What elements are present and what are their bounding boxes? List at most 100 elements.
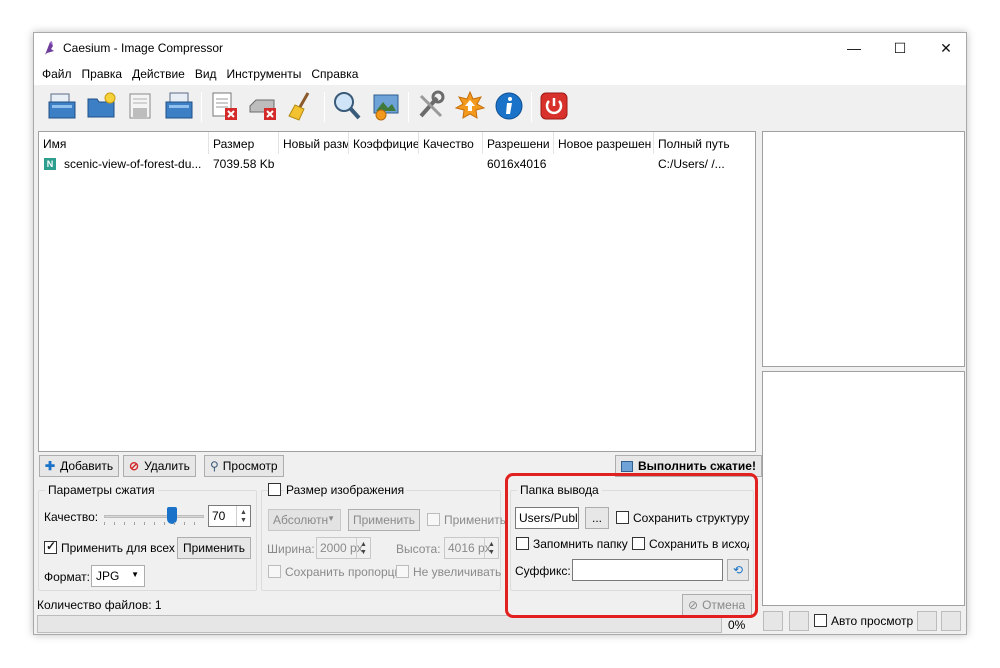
- resize-mode-value: Абсолютн: [273, 513, 329, 527]
- update-icon[interactable]: [454, 90, 486, 122]
- resize-group-label: Размер изображения: [284, 483, 407, 497]
- zoom-out-icon[interactable]: [917, 611, 937, 631]
- menu-edit[interactable]: Правка: [77, 63, 128, 85]
- table-row[interactable]: N scenic-view-of-forest-du... 7039.58 Kb…: [39, 154, 755, 174]
- prohibited-icon: ⊘: [129, 459, 140, 473]
- progress-percent: 0%: [728, 618, 746, 632]
- remove-button-label: Удалить: [144, 459, 190, 473]
- height-input[interactable]: 4016 px ▲ ▼: [444, 537, 499, 559]
- width-spin-arrows[interactable]: ▲ ▼: [356, 538, 370, 558]
- row-resolution: 6016x4016: [487, 157, 547, 171]
- open-folder-icon[interactable]: [85, 90, 117, 122]
- keep-ratio-label: Сохранить пропорци: [285, 565, 402, 579]
- keep-ratio-checkbox[interactable]: [268, 565, 281, 578]
- clear-list-icon[interactable]: [247, 90, 279, 122]
- add-button-label: Добавить: [60, 459, 114, 473]
- title-bar: Caesium - Image Compressor — ☐ ✕: [34, 33, 966, 63]
- save-as-icon[interactable]: [163, 90, 195, 122]
- file-table: Имя Размер Новый разм Коэффицие Качество…: [38, 131, 756, 452]
- column-header-full-path[interactable]: Полный путь: [654, 132, 755, 154]
- save-icon[interactable]: [124, 90, 156, 122]
- toolbar-separator: [531, 92, 532, 122]
- auto-preview-checkbox[interactable]: [814, 614, 827, 627]
- remove-item-icon[interactable]: [208, 90, 240, 122]
- zoom-in-icon[interactable]: [941, 611, 961, 631]
- menu-help[interactable]: Справка: [306, 63, 363, 85]
- compression-apply-button[interactable]: Применить: [177, 537, 251, 559]
- open-files-icon[interactable]: [46, 90, 78, 122]
- minimize-button[interactable]: —: [831, 33, 877, 63]
- row-size: 7039.58 Kb: [213, 157, 275, 171]
- toolbar-separator: [324, 92, 325, 122]
- column-header-size[interactable]: Размер: [209, 132, 279, 154]
- menu-view[interactable]: Вид: [190, 63, 222, 85]
- quality-slider[interactable]: [104, 506, 204, 526]
- settings-icon[interactable]: [415, 90, 447, 122]
- quality-label: Качество:: [44, 510, 99, 524]
- chevron-down-icon: ▼: [327, 514, 335, 523]
- column-header-resolution[interactable]: Разрешени: [483, 132, 554, 154]
- format-value: JPG: [96, 569, 120, 583]
- menu-action[interactable]: Действие: [127, 63, 190, 85]
- remove-button[interactable]: ⊘ Удалить: [123, 455, 196, 477]
- width-input[interactable]: 2000 px ▲ ▼: [316, 537, 371, 559]
- chevron-down-icon: ▼: [131, 570, 139, 579]
- full-size-icon[interactable]: [789, 611, 809, 631]
- no-enlarge-checkbox[interactable]: [396, 565, 409, 578]
- fit-view-icon[interactable]: [763, 611, 783, 631]
- main-window: Caesium - Image Compressor — ☐ ✕ Файл Пр…: [33, 32, 967, 635]
- slider-track: [104, 515, 204, 518]
- compression-group-label: Параметры сжатия: [45, 483, 158, 497]
- column-header-quality[interactable]: Качество: [419, 132, 483, 154]
- quality-spin-arrows[interactable]: ▲ ▼: [236, 506, 250, 526]
- resize-apply-button[interactable]: Применить: [348, 509, 420, 531]
- compress-icon[interactable]: [370, 90, 402, 122]
- compressed-preview-pane: [762, 371, 965, 606]
- format-select[interactable]: JPG ▼: [91, 565, 145, 587]
- row-name: scenic-view-of-forest-du...: [64, 157, 202, 171]
- height-label: Высота:: [396, 542, 441, 556]
- info-icon[interactable]: [493, 90, 525, 122]
- app-logo-icon: [45, 41, 54, 55]
- compress-button-label: Выполнить сжатие!: [638, 459, 756, 473]
- preview-button[interactable]: ⚲ Просмотр: [204, 455, 284, 477]
- preview-icon[interactable]: [331, 90, 363, 122]
- original-preview-pane: [762, 131, 965, 367]
- resize-mode-select[interactable]: Абсолютн ▼: [268, 509, 341, 531]
- auto-preview-label: Авто просмотр: [831, 614, 914, 628]
- image-file-icon: N: [44, 158, 56, 170]
- toolbar-separator: [201, 92, 202, 122]
- resize-enable-checkbox[interactable]: [268, 483, 281, 496]
- menu-file[interactable]: Файл: [37, 63, 77, 85]
- quality-spinbox[interactable]: 70 ▲ ▼: [208, 505, 251, 527]
- maximize-button[interactable]: ☐: [877, 33, 923, 63]
- apply-all-label: Применить для всех: [61, 541, 175, 555]
- toolbar-separator: [408, 92, 409, 122]
- compress-small-icon: [621, 460, 633, 472]
- height-spin-arrows[interactable]: ▲ ▼: [484, 538, 498, 558]
- width-label: Ширина:: [267, 542, 315, 556]
- file-count-status: Количество файлов: 1: [37, 598, 162, 612]
- window-title: Caesium - Image Compressor: [63, 41, 224, 55]
- preview-button-label: Просмотр: [222, 459, 278, 473]
- toolbar: [34, 86, 966, 128]
- column-header-name[interactable]: Имя: [39, 132, 209, 154]
- magnifier-icon: ⚲: [210, 459, 219, 473]
- add-button[interactable]: ✚ Добавить: [39, 455, 120, 477]
- row-full-path: C:/Users/ /...: [658, 157, 725, 171]
- no-enlarge-label: Не увеличивать: [413, 565, 502, 579]
- apply-all-checkbox[interactable]: [44, 539, 57, 554]
- column-header-ratio[interactable]: Коэффицие: [349, 132, 419, 154]
- plus-icon: ✚: [45, 459, 56, 473]
- resize-apply-label: Применить: [444, 513, 507, 527]
- resize-apply-checkbox[interactable]: [427, 513, 440, 526]
- column-header-new-resolution[interactable]: Новое разрешен: [554, 132, 654, 154]
- quality-value: 70: [212, 509, 226, 523]
- exit-icon[interactable]: [538, 90, 570, 122]
- menu-tools[interactable]: Инструменты: [222, 63, 307, 85]
- clean-icon[interactable]: [286, 90, 318, 122]
- column-header-new-size[interactable]: Новый разм: [279, 132, 349, 154]
- close-button[interactable]: ✕: [923, 33, 969, 63]
- highlight-frame: [505, 473, 758, 618]
- slider-ticks: [104, 522, 204, 525]
